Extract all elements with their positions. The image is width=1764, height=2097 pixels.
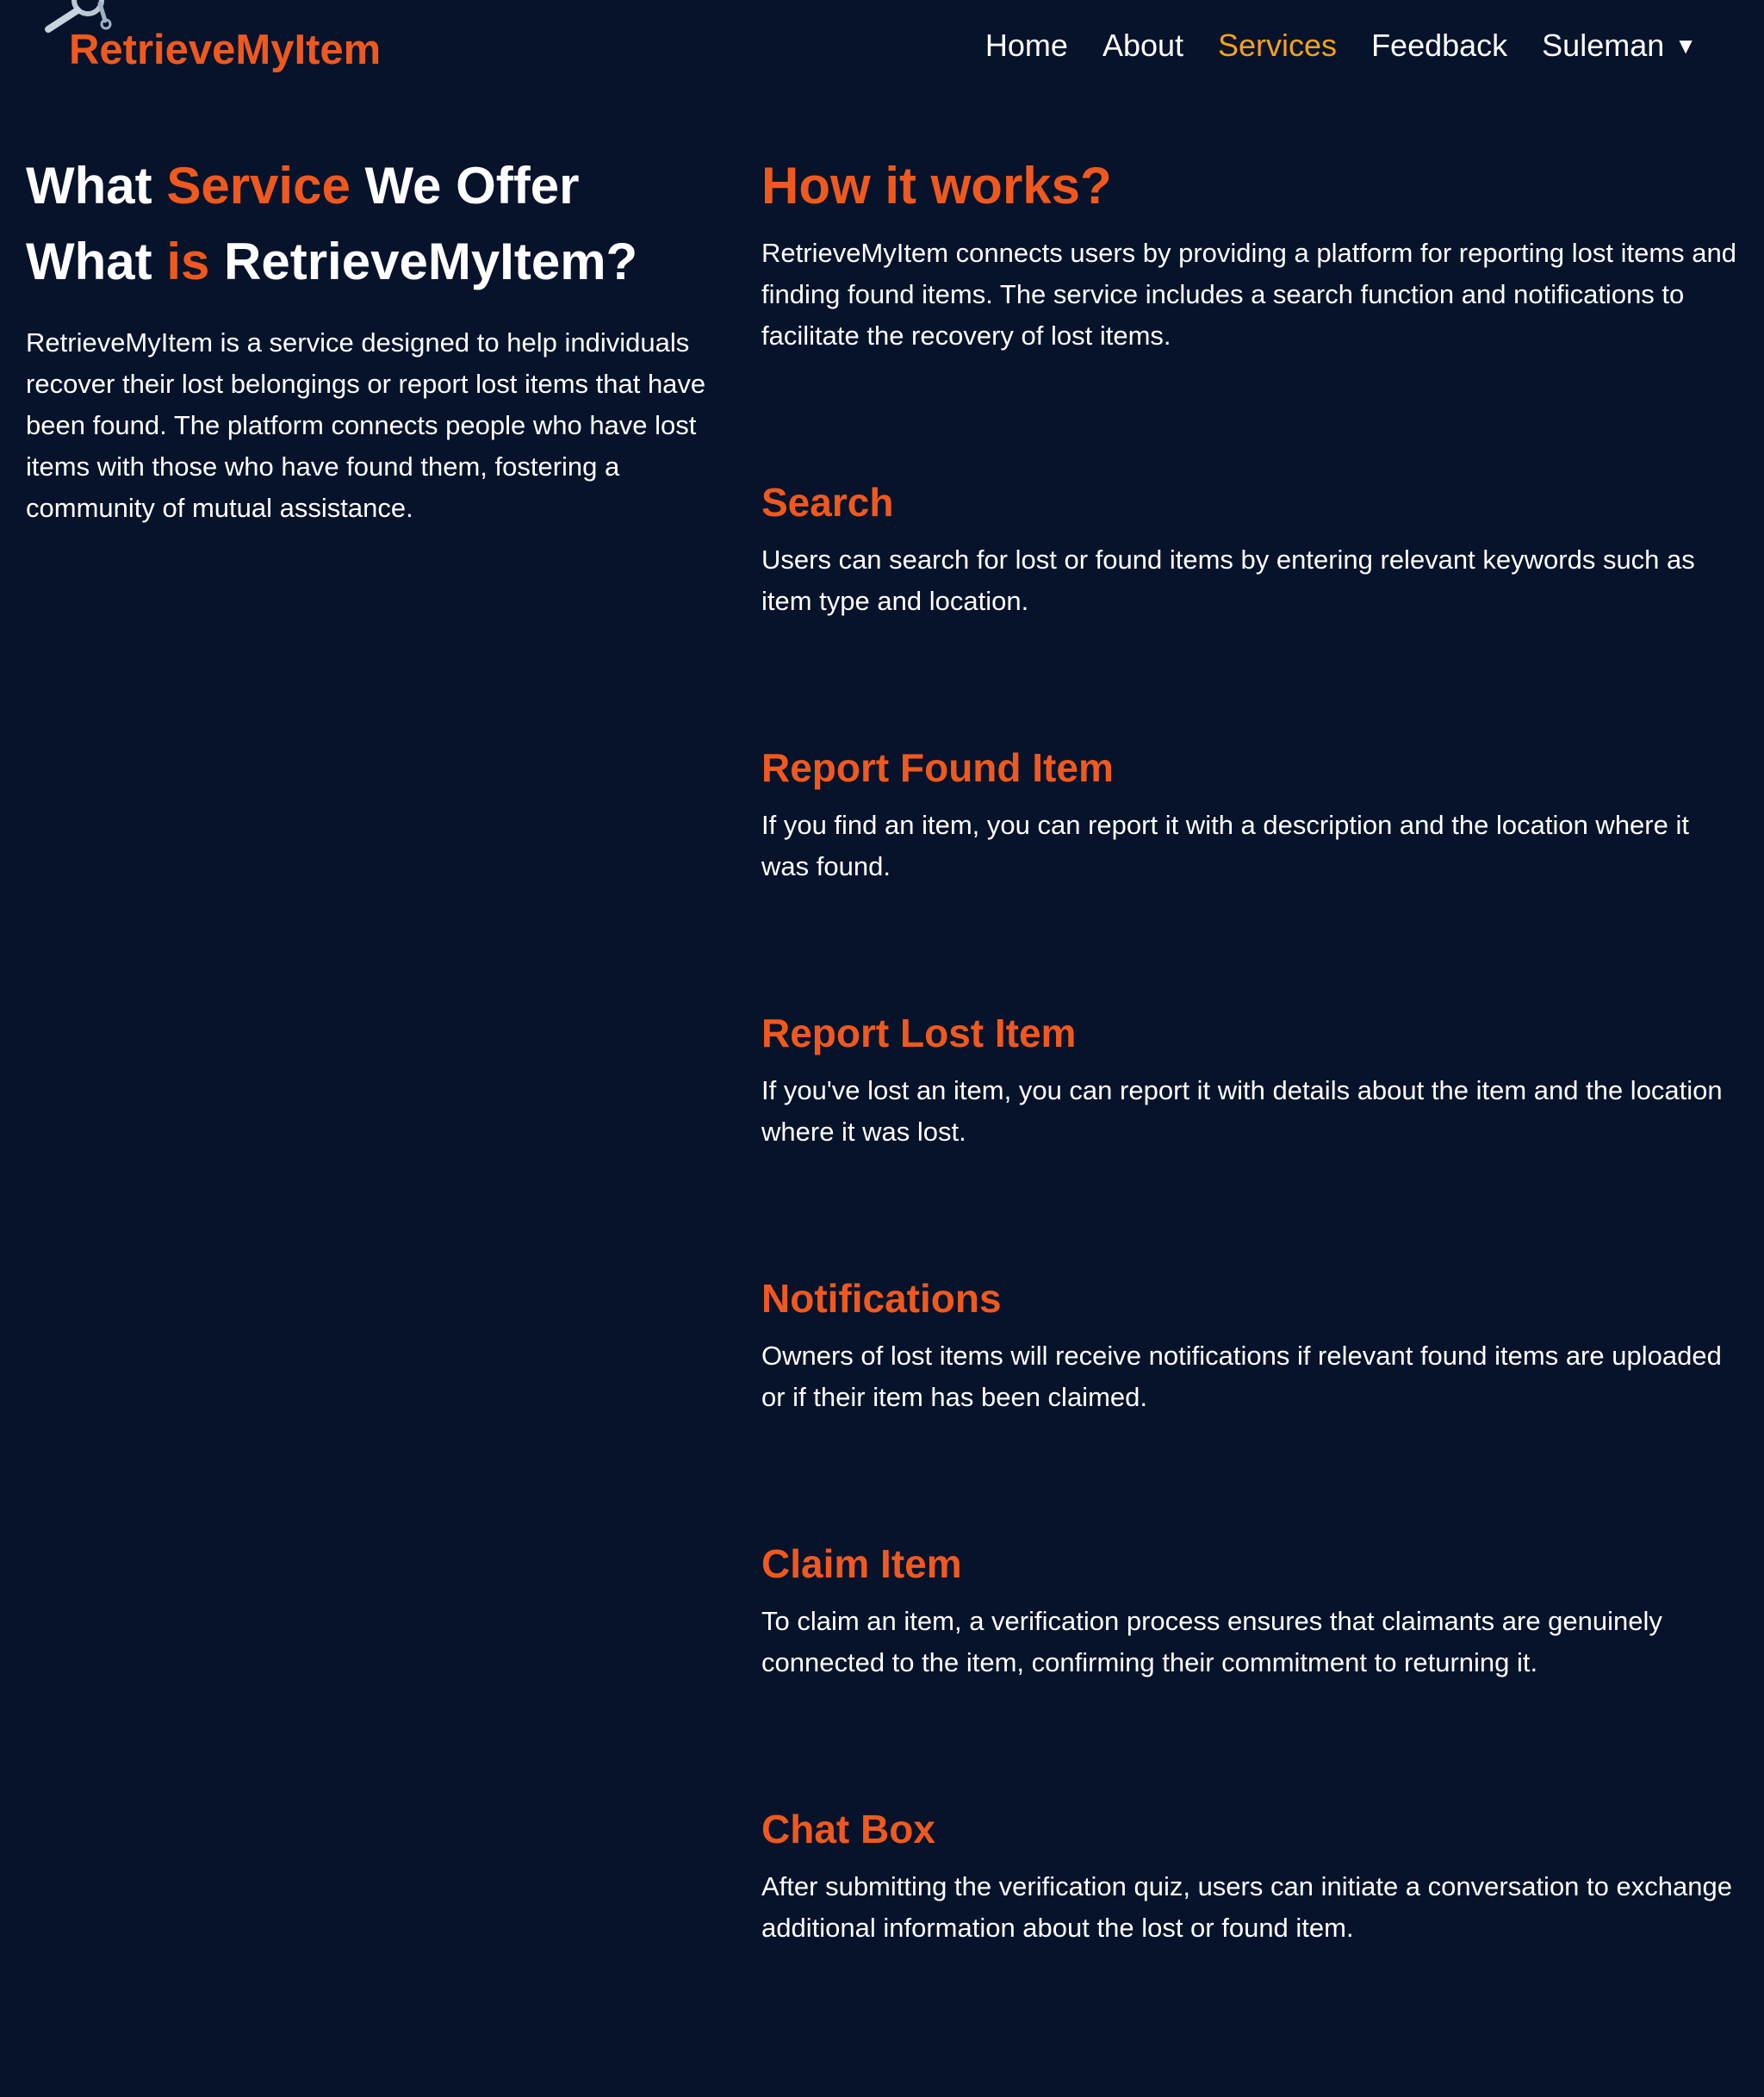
services-heading: What Service We Offer [26,148,732,224]
how-it-works-heading: How it works? [761,157,1112,215]
nav-links: Home About Services Feedback Suleman ▼ [985,28,1697,64]
service-description: After submitting the verification quiz, … [761,1871,1732,1943]
service-notifications: Notifications Owners of lost items will … [761,1272,1743,1418]
service-claim-item: Claim Item To claim an item, a verificat… [761,1537,1743,1683]
service-report-lost-item: Report Lost Item If you've lost an item,… [761,1006,1743,1153]
nav-link-home[interactable]: Home [985,28,1068,64]
how-it-works-paragraph: RetrieveMyItem connects users by providi… [761,238,1736,351]
intro-paragraph: RetrieveMyItem is a service designed to … [26,327,706,523]
service-title: Report Lost Item [761,1011,1077,1055]
services-heading-part2: We Offer [350,157,580,215]
services-heading-accent: Service [166,157,351,215]
service-search: Search Users can search for lost or foun… [761,476,1743,622]
service-description: If you've lost an item, you can report i… [761,1075,1723,1147]
navbar: RetrieveMyItem Home About Services Feedb… [0,0,1764,95]
service-title: Chat Box [761,1807,935,1851]
service-description: To claim an item, a verification process… [761,1606,1662,1677]
nav-link-services[interactable]: Services [1218,28,1337,64]
service-description: Users can search for lost or found items… [761,544,1695,616]
nav-link-about[interactable]: About [1102,28,1183,64]
nav-link-feedback[interactable]: Feedback [1371,28,1507,64]
about-heading-part1: What [26,233,167,290]
service-title: Search [761,480,894,525]
about-heading-part2: RetrieveMyItem? [209,233,638,290]
chevron-down-icon: ▼ [1674,32,1697,59]
service-title: Report Found Item [761,745,1114,790]
how-it-works-section: How it works? RetrieveMyItem connects us… [761,148,1743,1949]
logo[interactable]: RetrieveMyItem [40,0,401,95]
service-title: Claim Item [761,1541,962,1586]
user-name: Suleman [1542,28,1665,63]
services-heading-part1: What [26,157,167,215]
service-description: Owners of lost items will receive notifi… [761,1341,1722,1412]
service-title: Notifications [761,1276,1002,1321]
intro-section: What Service We Offer What is RetrieveMy… [26,148,732,529]
user-menu[interactable]: Suleman ▼ [1542,28,1697,64]
about-heading-accent: is [166,233,210,290]
service-report-found-item: Report Found Item If you find an item, y… [761,741,1743,887]
about-heading: What is RetrieveMyItem? [26,224,732,300]
service-chat-box: Chat Box After submitting the verificati… [761,1802,1743,1949]
service-description: If you find an item, you can report it w… [761,810,1689,881]
logo-text: RetrieveMyItem [69,27,382,73]
